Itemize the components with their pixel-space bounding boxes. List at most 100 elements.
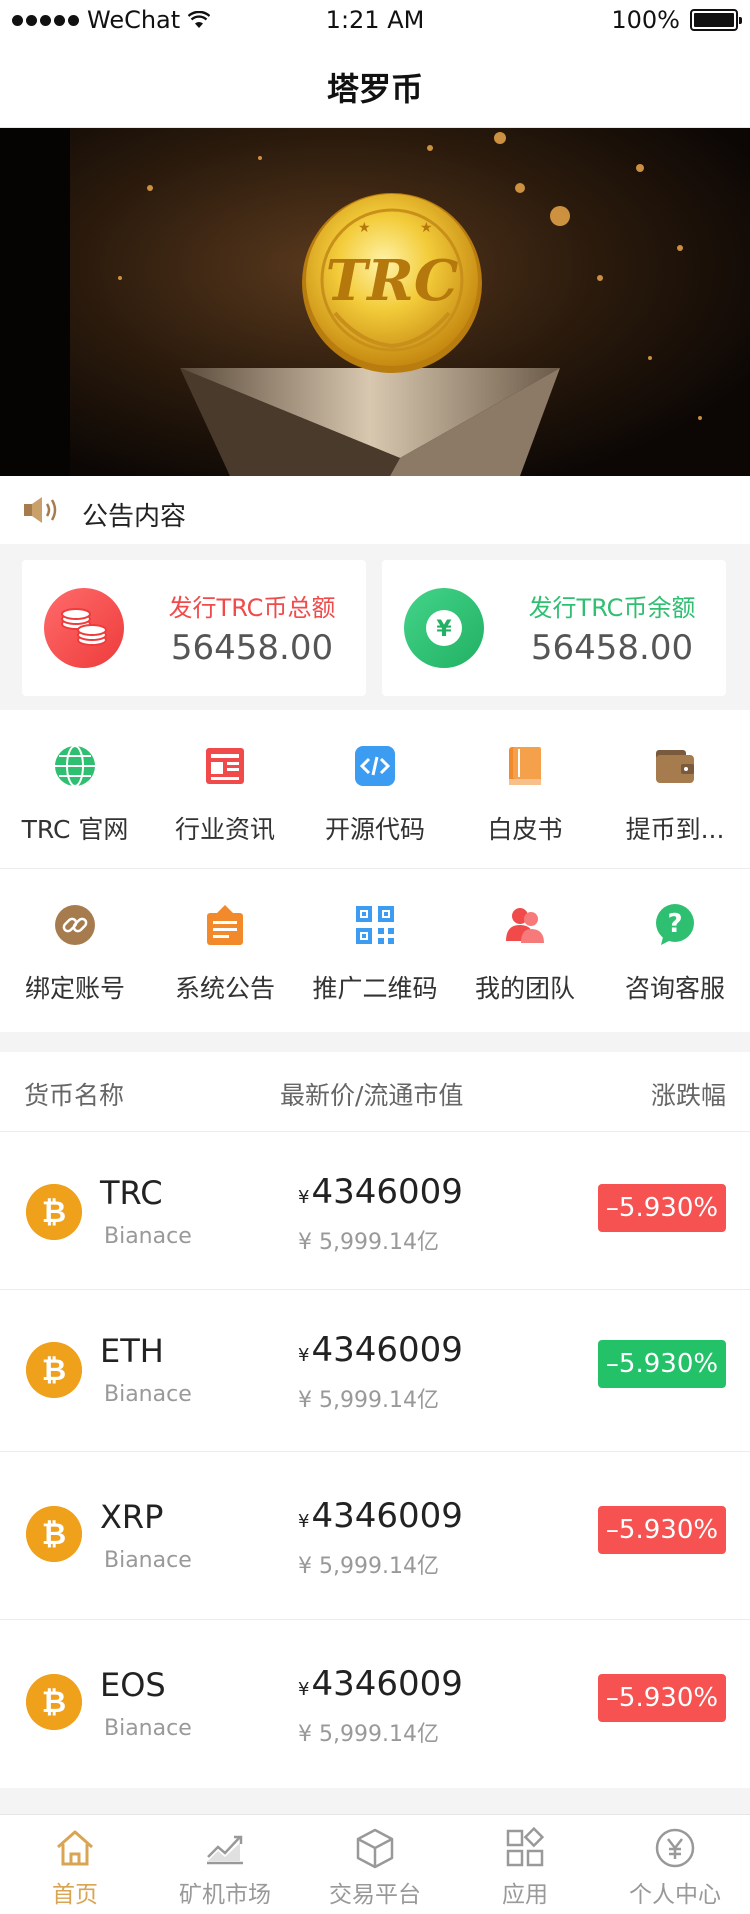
coin-price: ¥4346009 [298, 1330, 463, 1370]
market-row[interactable]: ₿ TRC Bianace ¥4346009 ¥ 5,999.14亿 –5.93… [0, 1132, 750, 1290]
menu-item-open-source[interactable]: 开源代码 [300, 710, 450, 866]
coin-market-cap: ¥ 5,999.14亿 [298, 1388, 439, 1413]
announcement-text: 公告内容 [82, 502, 187, 532]
coin-symbol: XRP [100, 1498, 164, 1536]
menu-label: 白皮书 [487, 815, 563, 844]
yen-coin-icon: ¥ [404, 588, 484, 668]
page-title: 塔罗币 [326, 70, 423, 108]
link-icon [55, 905, 95, 945]
tab-label: 应用 [502, 1882, 548, 1908]
team-icon [506, 908, 544, 943]
remaining-label: 发行TRC币余额 [528, 594, 696, 622]
book-icon [509, 747, 541, 785]
svg-text:¥: ¥ [436, 617, 452, 642]
status-battery: 100% [611, 6, 742, 34]
menu-item-announcement[interactable]: 系统公告 [150, 869, 300, 1025]
menu-label: 开源代码 [324, 815, 425, 844]
coin-symbol: EOS [100, 1666, 166, 1704]
tab-label: 交易平台 [329, 1882, 421, 1908]
menu-item-bind-account[interactable]: 绑定账号 [0, 869, 150, 1025]
wallet-icon [656, 750, 694, 783]
menu-label: 咨询客服 [624, 974, 725, 1003]
qrcode-icon [356, 906, 394, 944]
svg-text:₿: ₿ [42, 1195, 66, 1230]
currency-symbol: ¥ [298, 1511, 310, 1532]
col-coin-name: 货币名称 [24, 1081, 125, 1110]
tab-miner-market[interactable]: 矿机市场 [150, 1815, 300, 1914]
price-value: 4346009 [311, 1664, 463, 1704]
coin-symbol: ETH [100, 1332, 164, 1370]
tab-label: 矿机市场 [179, 1882, 271, 1908]
coin-exchange: Bianace [104, 1716, 192, 1741]
currency-symbol: ¥ [298, 1679, 310, 1700]
price-value: 4346009 [311, 1330, 463, 1370]
col-price-cap: 最新价/流通市值 [280, 1081, 464, 1110]
menu-label: TRC 官网 [21, 815, 129, 844]
menu-item-withdraw[interactable]: 提币到... [600, 710, 750, 866]
tab-trading[interactable]: 交易平台 [300, 1815, 450, 1914]
menu-item-industry-news[interactable]: 行业资讯 [150, 710, 300, 866]
market-list: 货币名称 最新价/流通市值 涨跌幅 ₿ TRC Bianace ¥4346009… [0, 1052, 750, 1788]
menu-label: 提币到... [625, 815, 725, 844]
col-change: 涨跌幅 [650, 1081, 726, 1110]
speaker-icon [24, 497, 57, 523]
nav-bar: 塔罗币 [0, 40, 750, 128]
bitcoin-icon: ₿ [26, 1342, 82, 1398]
tab-home[interactable]: 首页 [0, 1815, 150, 1914]
total-issued-card: 发行TRC币总额 56458.00 [22, 560, 366, 696]
menu-item-qrcode[interactable]: 推广二维码 [300, 869, 450, 1025]
coin-price: ¥4346009 [298, 1496, 463, 1536]
menu-item-my-team[interactable]: 我的团队 [450, 869, 600, 1025]
change-badge: –5.930% [598, 1184, 726, 1232]
price-value: 4346009 [311, 1172, 463, 1212]
market-row[interactable]: ₿ ETH Bianace ¥4346009 ¥ 5,999.14亿 –5.93… [0, 1290, 750, 1452]
tab-profile[interactable]: 个人中心 [600, 1815, 750, 1914]
tab-label: 首页 [52, 1882, 98, 1908]
change-badge: –5.930% [598, 1340, 726, 1388]
market-row[interactable]: ₿ EOS Bianace ¥4346009 ¥ 5,999.14亿 –5.93… [0, 1620, 750, 1788]
feature-menu: TRC 官网 行业资讯 开源代码 白皮书 提币到... 绑定账号 系统公告 推广… [0, 710, 750, 1032]
currency-symbol: ¥ [298, 1345, 310, 1366]
announcement-icon [207, 905, 243, 945]
tab-apps[interactable]: 应用 [450, 1815, 600, 1914]
help-icon: ? [656, 904, 694, 945]
coin-exchange: Bianace [104, 1224, 192, 1249]
menu-item-official-site[interactable]: TRC 官网 [0, 710, 150, 866]
tab-label: 个人中心 [629, 1882, 721, 1908]
home-icon [57, 1830, 93, 1866]
menu-label: 我的团队 [474, 974, 575, 1003]
code-icon [355, 746, 395, 786]
total-issued-label: 发行TRC币总额 [168, 594, 336, 622]
box-icon [356, 1828, 394, 1869]
remaining-value: 56458.00 [530, 628, 694, 668]
yen-icon [655, 1828, 695, 1868]
change-badge: –5.930% [598, 1506, 726, 1554]
coins-icon [44, 588, 124, 668]
svg-text:★: ★ [358, 220, 371, 236]
menu-label: 绑定账号 [24, 974, 125, 1003]
announcement-bar[interactable]: 公告内容 [0, 476, 750, 544]
battery-percent: 100% [611, 6, 680, 34]
chart-icon [207, 1835, 243, 1865]
svg-text:₿: ₿ [42, 1685, 66, 1720]
coin-exchange: Bianace [104, 1382, 192, 1407]
bitcoin-icon: ₿ [26, 1674, 82, 1730]
trc-coin-illustration: TRC ★ ★ [0, 128, 702, 476]
apps-icon [506, 1827, 545, 1867]
market-header: 货币名称 最新价/流通市值 涨跌幅 [0, 1052, 750, 1132]
menu-item-customer-service[interactable]: ? 咨询客服 [600, 869, 750, 1025]
globe-icon [55, 745, 95, 787]
market-row[interactable]: ₿ XRP Bianace ¥4346009 ¥ 5,999.14亿 –5.93… [0, 1452, 750, 1620]
status-bar: WeChat 1:21 AM 100% [0, 0, 750, 40]
change-badge: –5.930% [598, 1674, 726, 1722]
banner-image[interactable]: TRC ★ ★ [0, 128, 750, 476]
coin-symbol: TRC [100, 1174, 163, 1212]
coin-market-cap: ¥ 5,999.14亿 [298, 1230, 439, 1255]
remaining-card: ¥ 发行TRC币余额 56458.00 [382, 560, 726, 696]
coin-market-cap: ¥ 5,999.14亿 [298, 1554, 439, 1579]
menu-item-whitepaper[interactable]: 白皮书 [450, 710, 600, 866]
price-value: 4346009 [311, 1496, 463, 1536]
svg-text:₿: ₿ [42, 1353, 66, 1388]
coin-exchange: Bianace [104, 1548, 192, 1573]
bitcoin-icon: ₿ [26, 1506, 82, 1562]
